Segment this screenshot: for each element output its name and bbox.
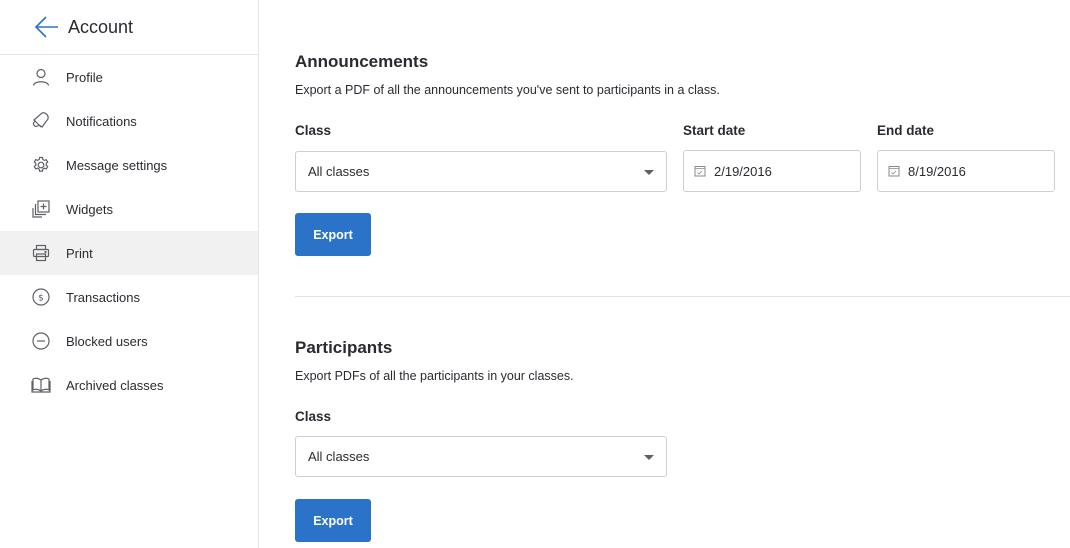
select-value: All classes bbox=[308, 449, 370, 464]
bell-icon bbox=[31, 111, 51, 131]
back-button[interactable] bbox=[30, 10, 64, 44]
sidebar-item-message-settings[interactable]: Message settings bbox=[0, 143, 258, 187]
sidebar-item-widgets[interactable]: Widgets bbox=[0, 187, 258, 231]
sidebar: Account Profile Notifications Message se… bbox=[0, 0, 259, 548]
calendar-icon bbox=[888, 165, 900, 177]
sidebar-item-label: Notifications bbox=[66, 113, 137, 129]
announcements-export-button[interactable]: Export bbox=[295, 213, 371, 256]
end-date-input[interactable]: 8/19/2016 bbox=[877, 150, 1055, 192]
sidebar-item-label: Message settings bbox=[66, 157, 168, 173]
sidebar-item-label: Blocked users bbox=[66, 333, 148, 349]
class-label: Class bbox=[295, 409, 332, 424]
calendar-icon bbox=[694, 165, 706, 177]
sidebar-item-print[interactable]: Print bbox=[0, 231, 258, 275]
user-icon bbox=[31, 67, 51, 87]
start-date-input[interactable]: 2/19/2016 bbox=[683, 150, 861, 192]
sidebar-item-archived-classes[interactable]: Archived classes bbox=[0, 363, 258, 407]
start-date-value: 2/19/2016 bbox=[714, 163, 772, 179]
announcements-title: Announcements bbox=[295, 52, 429, 71]
participants-export-button[interactable]: Export bbox=[295, 499, 371, 542]
sidebar-nav: Profile Notifications Message settings W… bbox=[0, 55, 258, 407]
sidebar-item-label: Transactions bbox=[66, 289, 140, 305]
minus-circle-icon bbox=[31, 331, 51, 351]
participants-description: Export PDFs of all the participants in y… bbox=[295, 369, 574, 383]
start-date-label: Start date bbox=[683, 123, 746, 138]
sidebar-item-profile[interactable]: Profile bbox=[0, 55, 258, 99]
announcements-description: Export a PDF of all the announcements yo… bbox=[295, 83, 720, 97]
announcements-class-select[interactable]: All classes bbox=[295, 151, 667, 192]
sidebar-item-label: Archived classes bbox=[66, 377, 164, 393]
widget-add-icon bbox=[31, 199, 51, 219]
end-date-label: End date bbox=[877, 123, 935, 138]
participants-class-select[interactable]: All classes bbox=[295, 436, 667, 477]
section-divider bbox=[295, 296, 1070, 297]
sidebar-item-blocked-users[interactable]: Blocked users bbox=[0, 319, 258, 363]
participants-title: Participants bbox=[295, 338, 393, 357]
gear-icon bbox=[31, 155, 51, 175]
chevron-down-icon bbox=[644, 170, 654, 175]
arrow-left-icon bbox=[34, 16, 58, 38]
sidebar-item-label: Profile bbox=[66, 69, 103, 85]
sidebar-item-transactions[interactable]: $ Transactions bbox=[0, 275, 258, 319]
sidebar-title: Account bbox=[68, 16, 134, 37]
sidebar-item-label: Print bbox=[66, 245, 93, 261]
dollar-circle-icon: $ bbox=[31, 287, 51, 307]
sidebar-header: Account bbox=[0, 0, 258, 55]
sidebar-item-notifications[interactable]: Notifications bbox=[0, 99, 258, 143]
chevron-down-icon bbox=[644, 455, 654, 460]
end-date-value: 8/19/2016 bbox=[908, 163, 966, 179]
class-label: Class bbox=[295, 123, 332, 138]
svg-text:$: $ bbox=[38, 294, 44, 304]
select-value: All classes bbox=[308, 164, 370, 179]
book-icon bbox=[31, 375, 51, 395]
sidebar-item-label: Widgets bbox=[66, 201, 113, 217]
printer-icon bbox=[31, 243, 51, 263]
